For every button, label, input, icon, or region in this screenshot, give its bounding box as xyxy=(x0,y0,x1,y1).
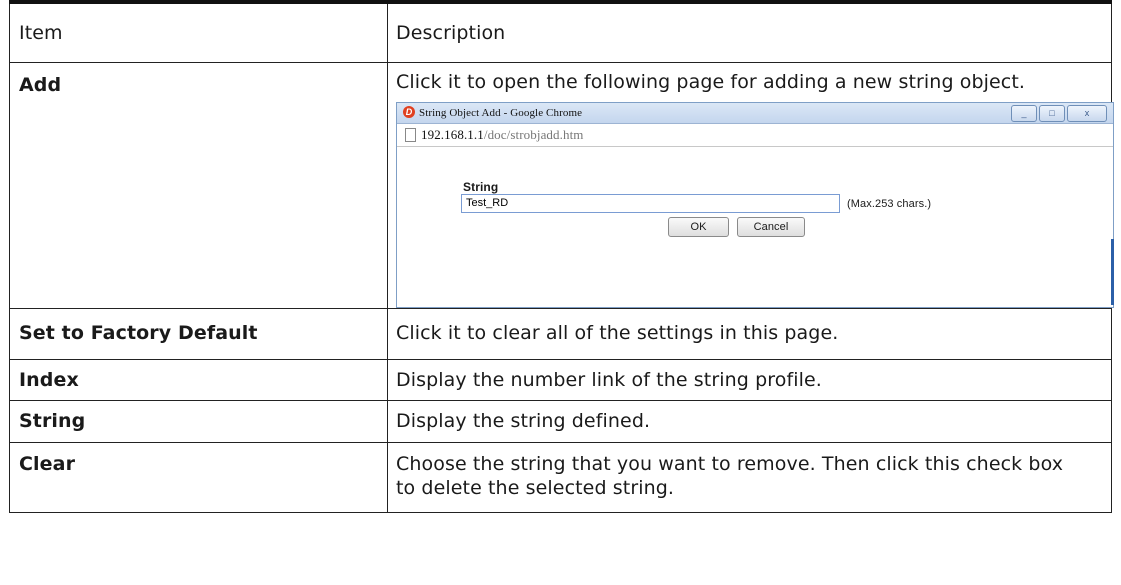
row-item-clear: Clear xyxy=(9,441,388,513)
row-item-add: Add xyxy=(9,61,388,309)
close-button[interactable]: x xyxy=(1067,104,1107,122)
row-description-add: Click it to open the following page for … xyxy=(387,61,1114,309)
window-titlebar: D String Object Add - Google Chrome _ □ … xyxy=(397,102,1113,124)
row-description-index: Display the number link of the string pr… xyxy=(387,358,1112,401)
table-header: Item Description xyxy=(9,0,1112,63)
header-description: Description xyxy=(387,0,1112,63)
window-controls: _ □ x xyxy=(1009,104,1107,122)
dialog-body: String (Max.253 chars.) OK Cancel xyxy=(397,147,1114,305)
row-description-string: Display the string defined. xyxy=(387,399,1112,443)
table-row: Index Display the number link of the str… xyxy=(9,358,1112,401)
url-text: 192.168.1.1/doc/strobjadd.htm xyxy=(421,126,584,142)
row-description-clear: Choose the string that you want to remov… xyxy=(387,441,1112,513)
max-chars-hint: (Max.253 chars.) xyxy=(847,197,932,210)
maximize-button[interactable]: □ xyxy=(1039,104,1065,122)
ok-button[interactable]: OK xyxy=(668,216,729,237)
row-description-text: Click it to open the following page for … xyxy=(396,70,1026,93)
table-row: Clear Choose the string that you want to… xyxy=(9,441,1112,513)
row-description-factory-default: Click it to clear all of the settings in… xyxy=(387,307,1112,360)
table-row: String Display the string defined. xyxy=(9,399,1112,443)
address-bar[interactable]: 192.168.1.1/doc/strobjadd.htm xyxy=(397,124,1113,147)
window-scrollbar-edge xyxy=(1111,238,1114,305)
minimize-button[interactable]: _ xyxy=(1011,104,1037,122)
row-item-string: String xyxy=(9,399,388,443)
header-item: Item xyxy=(9,0,388,63)
string-input[interactable] xyxy=(461,193,840,213)
table-row: Add Click it to open the following page … xyxy=(9,61,1114,309)
row-item-factory-default: Set to Factory Default xyxy=(9,307,388,360)
table-row: Set to Factory Default Click it to clear… xyxy=(9,307,1112,360)
app-logo-icon: D xyxy=(403,105,415,118)
cancel-button[interactable]: Cancel xyxy=(737,216,805,237)
row-item-index: Index xyxy=(9,358,388,401)
window-title: String Object Add - Google Chrome xyxy=(419,106,583,119)
string-object-add-window: D String Object Add - Google Chrome _ □ … xyxy=(396,101,1114,308)
page-icon xyxy=(405,127,416,142)
description-table: Item Description Add Click it to open th… xyxy=(9,0,1114,513)
